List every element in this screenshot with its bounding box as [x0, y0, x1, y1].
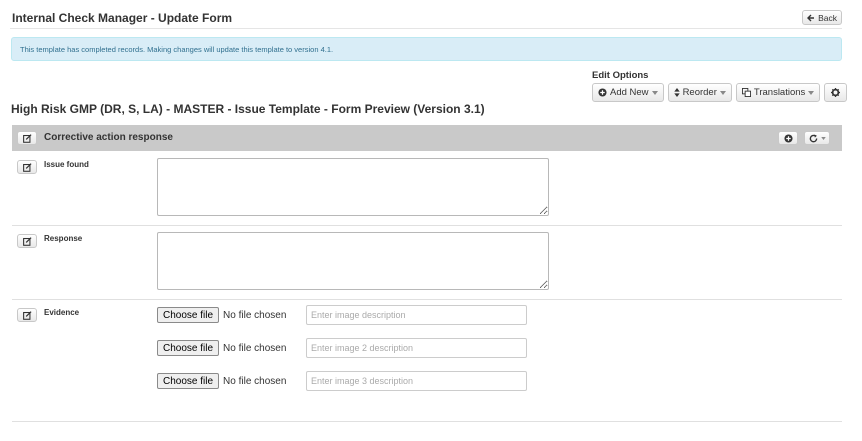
caret-down-icon	[651, 90, 658, 95]
add-new-label: Add New	[610, 87, 649, 98]
file-upload-3: Choose file No file chosen	[157, 373, 286, 389]
section-refresh-button[interactable]	[804, 131, 830, 145]
choose-file-button[interactable]: Choose file	[157, 373, 220, 389]
field-row-evidence: Evidence Choose file No file chosen Choo…	[12, 300, 842, 405]
edit-section-button[interactable]	[17, 131, 37, 145]
edit-options-label: Edit Options	[592, 70, 649, 81]
image-description-input[interactable]	[306, 305, 527, 325]
refresh-icon	[809, 133, 818, 143]
response-textarea[interactable]	[157, 232, 549, 290]
file-status: No file chosen	[223, 342, 287, 354]
field-row-response: Response	[12, 226, 842, 300]
section-header: Corrective action response	[12, 125, 842, 151]
caret-down-icon	[821, 136, 826, 140]
file-upload-2: Choose file No file chosen	[157, 340, 286, 356]
translations-label: Translations	[753, 87, 806, 98]
reorder-label: Reorder	[682, 87, 717, 98]
sort-icon	[673, 88, 680, 97]
edit-field-button[interactable]	[17, 234, 37, 248]
page-header: Internal Check Manager - Update Form Bac…	[10, 9, 842, 29]
section-title: Corrective action response	[44, 132, 173, 143]
edit-icon	[22, 133, 32, 143]
edit-icon	[22, 310, 32, 320]
section-add-button[interactable]	[778, 131, 798, 145]
language-icon	[741, 88, 751, 97]
arrow-left-icon	[807, 14, 815, 22]
file-status: No file chosen	[223, 375, 287, 387]
page-title: Internal Check Manager - Update Form	[12, 11, 233, 25]
issue-found-textarea[interactable]	[157, 158, 549, 216]
divider	[12, 421, 842, 422]
image-3-description-input[interactable]	[306, 371, 527, 391]
file-status: No file chosen	[223, 309, 287, 321]
add-new-button[interactable]: Add New	[592, 83, 664, 102]
edit-field-button[interactable]	[17, 308, 37, 322]
section-actions	[778, 131, 830, 145]
file-upload-1: Choose file No file chosen	[157, 307, 286, 323]
info-alert: This template has completed records. Mak…	[11, 37, 842, 61]
edit-icon	[22, 162, 32, 172]
edit-icon	[22, 236, 32, 246]
form-preview-title: High Risk GMP (DR, S, LA) - MASTER - Iss…	[11, 102, 485, 116]
plus-circle-icon	[598, 88, 607, 97]
back-button[interactable]: Back	[802, 10, 842, 25]
choose-file-button[interactable]: Choose file	[157, 340, 220, 356]
image-2-description-input[interactable]	[306, 338, 527, 358]
gear-icon	[831, 88, 841, 97]
caret-down-icon	[719, 90, 726, 95]
alert-message: This template has completed records. Mak…	[20, 45, 334, 54]
reorder-button[interactable]: Reorder	[667, 83, 732, 102]
edit-toolbar: Add New Reorder Translations	[592, 83, 848, 102]
field-row-issue-found: Issue found	[12, 152, 842, 226]
back-label: Back	[818, 12, 837, 23]
field-label: Response	[44, 234, 83, 243]
caret-down-icon	[808, 90, 815, 95]
translations-button[interactable]: Translations	[735, 83, 821, 102]
edit-field-button[interactable]	[17, 160, 37, 174]
field-label: Issue found	[44, 160, 89, 169]
settings-button[interactable]	[824, 83, 848, 102]
choose-file-button[interactable]: Choose file	[157, 307, 220, 323]
field-label: Evidence	[44, 308, 80, 317]
plus-circle-icon	[783, 133, 793, 143]
